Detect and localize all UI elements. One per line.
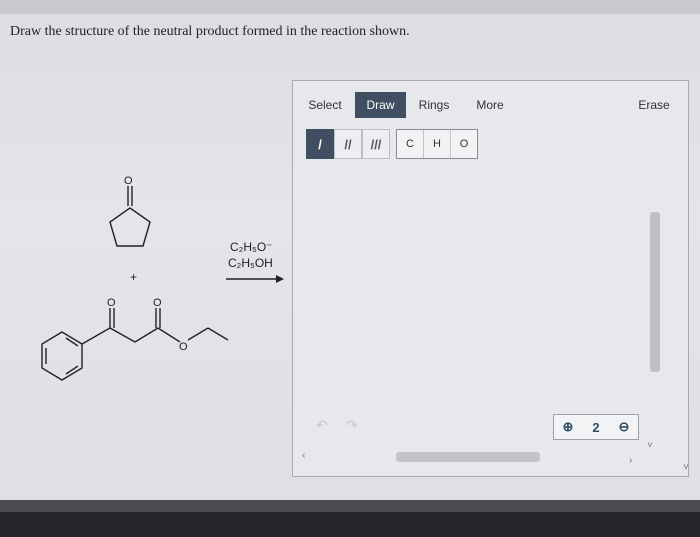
plus-sign: + — [130, 270, 138, 284]
atom-tool-group: C H O — [396, 129, 478, 159]
tab-select[interactable]: Select — [304, 92, 346, 118]
tab-rings[interactable]: Rings — [414, 92, 454, 118]
oxygen-label-1: O — [124, 175, 133, 187]
atom-h-button[interactable]: H — [424, 130, 451, 158]
svg-text:O: O — [153, 297, 162, 309]
zoom-in-icon[interactable]: ⊕ — [554, 415, 582, 439]
vertical-scrollbar[interactable] — [650, 212, 660, 372]
reagent-ethoxide: C₂H₅O⁻ — [230, 240, 273, 254]
double-bond-button[interactable]: // — [334, 129, 362, 159]
bottom-bar — [0, 500, 700, 537]
tab-draw[interactable]: Draw — [355, 92, 406, 118]
cyclopentanone-structure — [109, 186, 151, 247]
chevron-down-right-icon[interactable]: ˅ — [683, 462, 689, 473]
reaction-structures: O O O O — [41, 175, 284, 381]
zoom-out-icon[interactable]: ⊖ — [610, 415, 638, 439]
chevron-right-icon[interactable]: › — [629, 455, 632, 466]
atom-c-button[interactable]: C — [397, 130, 424, 158]
top-strip — [0, 0, 700, 14]
atom-o-button[interactable]: O — [451, 130, 477, 158]
reaction-arrow-head — [276, 275, 284, 283]
zoom-controls: ⊕ 2 ⊖ — [553, 414, 639, 440]
single-bond-button[interactable]: / — [306, 129, 334, 159]
question-text: Draw the structure of the neutral produc… — [10, 24, 410, 39]
tab-more[interactable]: More — [471, 92, 509, 118]
svg-text:O: O — [107, 297, 116, 309]
reaction-scheme: O O O O + C₂H₅O⁻ C₂H₅OH — [0, 160, 300, 400]
svg-text:O: O — [179, 341, 188, 353]
redo-icon[interactable]: ↷ — [343, 416, 361, 434]
zoom-reset-icon[interactable]: 2 — [582, 415, 610, 439]
reagent-ethanol: C₂H₅OH — [228, 256, 273, 270]
beta-ketoester-structure — [41, 308, 229, 381]
chevron-down-icon[interactable]: ˅ — [647, 440, 653, 451]
bottom-bar-shade — [0, 500, 700, 512]
chevron-left-icon[interactable]: ‹ — [302, 450, 305, 461]
tab-erase[interactable]: Erase — [633, 92, 675, 118]
horizontal-scrollbar[interactable] — [396, 452, 540, 462]
undo-icon[interactable]: ↶ — [313, 416, 331, 434]
bond-tool-group: / // /// — [306, 129, 390, 159]
drawing-canvas[interactable] — [297, 165, 647, 455]
triple-bond-button[interactable]: /// — [362, 129, 390, 159]
